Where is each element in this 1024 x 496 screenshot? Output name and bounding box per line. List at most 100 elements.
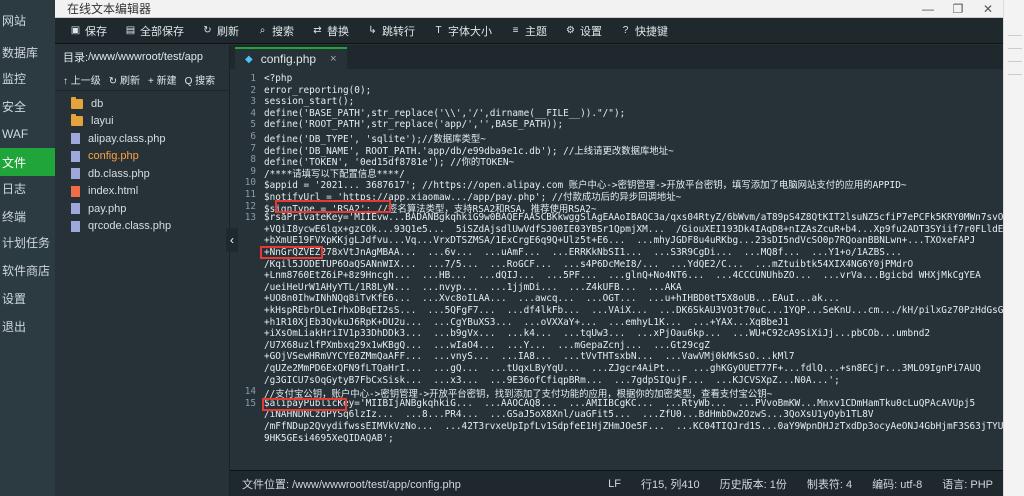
folder-icon [71,96,83,109]
admin-nav-item[interactable]: 软件商店 [0,256,55,284]
file-action-button[interactable]: + 新建 [148,72,177,87]
code-line[interactable]: +h1R10XjEb3QvkuJ6RpK+DU2u... ...CgYBuXS3… [264,317,789,328]
admin-nav-item[interactable]: 安全 [0,92,55,120]
code-line[interactable]: /U7X68uzlfPXmbxq29x1wKBgQ... ...wIaO4...… [264,340,710,351]
admin-nav-item[interactable]: 日志 [0,174,55,202]
file-item[interactable]: pay.php [55,200,229,218]
toolbar-label: 字体大小 [448,25,492,38]
editor-toolbar: ▣ 保存 ▤ 全部保存 ↻ 刷新 ⌕ 搜索 ⇄ 替换 ↳ 跳转行 T 字体大小 ≡ 主题 ⚙ 设置 ? 快捷键 [55,18,1003,44]
code-line[interactable]: +Lnm8760EtZ6iP+8z9Hncgh... ...HB... ...d… [264,270,981,281]
directory-prefix: 目录: [63,52,89,64]
code-line[interactable]: /ueiHeUrW1AHyYTL/1R8LyN... ...nvyp... ..… [264,282,682,293]
code-line[interactable]: error_reporting(0); [264,85,371,96]
tab-close-icon[interactable]: × [330,53,336,65]
line-number: 14 [244,386,256,398]
toolbar-goto-button[interactable]: ↳ 跳转行 [358,18,424,44]
save-all-icon: ▤ [125,25,136,36]
file-item[interactable]: db [55,95,229,113]
toolbar-settings-button[interactable]: ⚙ 设置 [556,18,611,44]
code-line[interactable]: +kHspREbrDLeIrhxDBqEI2sS... ...5QFgF7...… [264,305,1003,316]
code-line[interactable]: +bXmUE19FVXpKKjgLJdfvu...Vq...VrxDTSZMSA… [264,235,975,246]
line-number: 4 [250,107,256,119]
status-eol[interactable]: LF [598,478,631,490]
tab-label: config.php [260,52,317,66]
file-item[interactable]: db.class.php [55,165,229,183]
code-line[interactable]: +GOjVSewHRmVYCYE0ZMmQaAFF... ...vnyS... … [264,351,795,362]
code-line[interactable]: +VQiI8ycwE6lqx+gzCOk...93Q1e5... 5iSZdAj… [264,224,1003,235]
toolbar-label: 搜索 [272,25,294,38]
admin-nav-item[interactable]: 网站 [0,6,55,34]
file-item[interactable]: config.php [55,148,229,166]
refresh-icon: ↻ [203,25,212,36]
code-line[interactable]: <?php [264,73,292,84]
toolbar-theme-button[interactable]: ≡ 主题 [501,18,556,44]
toolbar-replace-button[interactable]: ⇄ 替换 [303,18,358,44]
code-line[interactable]: /qUZe2MmPD6ExQFN9fLTQaHrI... ...gQ... ..… [264,363,981,374]
php-file-icon: ◆ [245,53,253,65]
file-item[interactable]: index.html [55,183,229,201]
admin-nav-item[interactable]: 计划任务 [0,228,55,256]
status-file-path: 文件位置: /www/wwwroot/test/app/config.php [242,478,461,491]
toolbar-help-button[interactable]: ? 快捷键 [611,18,677,44]
dialog-title: 在线文本编辑器 [67,2,152,16]
status-bar: 文件位置: /www/wwwroot/test/app/config.php L… [230,470,1003,496]
code-line[interactable]: /iNAHNDNCzdPYSq6lzIz... ...8...PR4... ..… [264,409,874,420]
status-tab-size[interactable]: 制表符: 4 [797,476,862,492]
settings-icon: ⚙ [566,25,575,36]
status-cursor-position[interactable]: 行15, 列410 [631,476,710,492]
admin-nav-item[interactable]: 文件 [0,148,55,176]
tab-config-php[interactable]: ◆ config.php × [235,47,347,69]
toolbar-label: 快捷键 [635,25,668,38]
code-line[interactable]: /Kqil5JODETUP6OaQSANnWIX... ...7/5... ..… [264,259,913,270]
admin-nav-item[interactable]: 数据库 [0,38,55,66]
toolbar-save-all-button[interactable]: ▤ 全部保存 [116,18,193,44]
title-bar[interactable]: 在线文本编辑器 — ❐ ✕ [55,0,1003,18]
code-line[interactable]: +UO8n0IhwINhNQq8iTvKfE6... ...Xvc8oILAA.… [264,293,840,304]
status-encoding[interactable]: 编码: utf-8 [862,476,932,492]
directory-path: /www/wwwroot/test/app [88,51,203,63]
code-line[interactable]: +NnGrQZVEZ278xVtJnAgMBAA... ...6v... ...… [264,247,902,258]
code-line[interactable]: session_start(); [264,96,354,107]
code-line[interactable]: define('BASE_PATH',str_replace('\\','/',… [264,108,625,119]
collapse-panel-button[interactable]: ‹ [226,228,238,252]
toolbar-save-button[interactable]: ▣ 保存 [61,18,116,44]
toolbar-search-button[interactable]: ⌕ 搜索 [248,18,303,44]
minimize-button[interactable]: — [913,0,943,18]
code-line[interactable]: 9HK5GEsi4695XeQIDAQAB'; [264,433,394,444]
code-line[interactable]: /g3GICU7sOqGytyB7FbCxSisk... ...x3... ..… [264,375,845,386]
admin-nav-item[interactable]: 终端 [0,202,55,230]
file-action-button[interactable]: ↻ 刷新 [109,72,140,87]
line-number: 11 [244,189,256,200]
admin-nav-item[interactable]: 监控 [0,64,55,92]
code-line[interactable]: +iXsOmLiakHriIV1p33DhDDk3... ...b9gVx...… [264,328,930,339]
admin-sidebar: 网站数据库 监控 安全 WAF 文件 日志 终端 计划任务 软件商店 设置 退出 [0,0,55,496]
code-line[interactable]: define('ROOT_PATH',str_replace('app/',''… [264,119,563,130]
code-line[interactable]: $alipayPublicKey='MIIBIjANBgkqhkiG... ..… [264,398,975,409]
code-line[interactable]: /mFfNDup2QvydifwssEIMVkVzNo... ...42T3rv… [264,421,1003,432]
toolbar-label: 设置 [580,25,602,38]
maximize-button[interactable]: ❐ [943,0,973,18]
admin-nav-item[interactable]: 退出 [0,312,55,340]
close-button[interactable]: ✕ [973,0,1003,18]
admin-nav-item[interactable]: WAF [0,120,55,148]
file-item[interactable]: alipay.class.php [55,130,229,148]
theme-icon: ≡ [512,25,519,36]
toolbar-font-size-button[interactable]: T 字体大小 [424,18,501,44]
status-history[interactable]: 历史版本: 1份 [710,476,797,492]
file-name: qrcode.class.php [88,220,172,233]
highlight-alipay-public-key [262,398,347,411]
file-item[interactable]: layui [55,113,229,131]
file-item[interactable]: qrcode.class.php [55,218,229,236]
toolbar-label: 主题 [525,25,547,38]
file-action-button[interactable]: Q 搜索 [185,72,216,87]
file-icon [71,185,80,197]
toolbar-refresh-button[interactable]: ↻ 刷新 [193,18,248,44]
line-number: 10 [244,177,256,189]
file-action-button[interactable]: ↑ 上一级 [63,72,101,87]
code-line[interactable]: $rsaPrivateKey='MIIEvw...BADANBgkqhkiG9w… [264,212,1003,223]
status-language[interactable]: 语言: PHP [932,476,1003,492]
admin-nav-item[interactable]: 设置 [0,284,55,312]
line-number: 13 [244,212,256,224]
code-editor[interactable]: 1 <?php 2 error_reporting(0); 3 session_start… [230,71,1003,470]
file-name: db.class.php [88,167,150,180]
